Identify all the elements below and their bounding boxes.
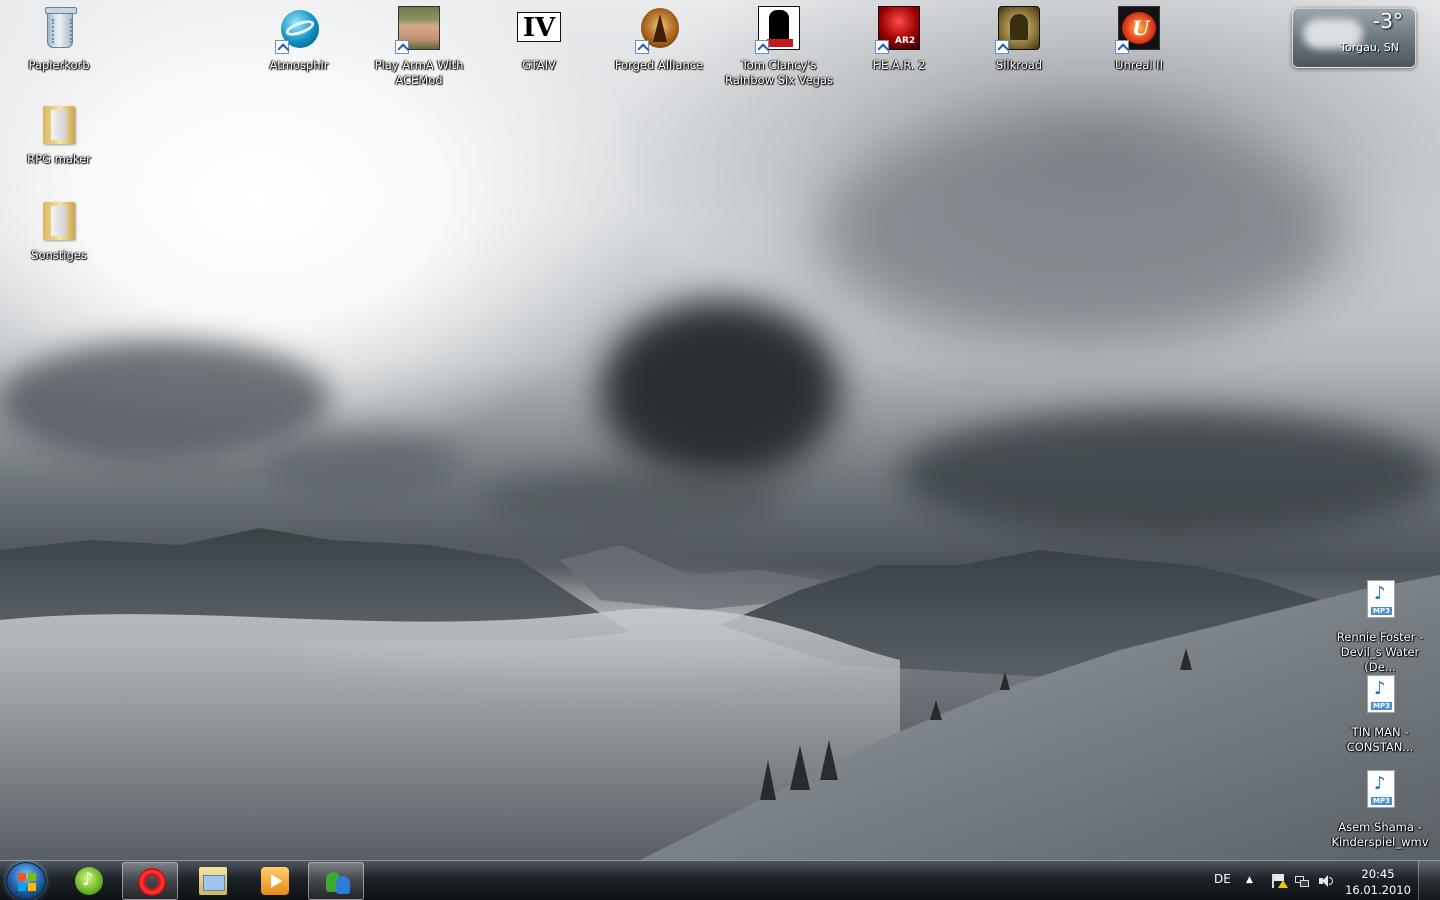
desktop-icon-mp3-asem-shama[interactable]: ♪ MP3 Asem Shama - Kinderspiel_wmv xyxy=(1325,768,1435,850)
opera-icon xyxy=(138,868,166,896)
desktop-icon-recycle-bin[interactable]: Papierkorb xyxy=(4,6,114,73)
desktop-icon-atmosphir[interactable]: Atmosphir xyxy=(244,6,354,73)
mp3-file-icon: ♪ MP3 xyxy=(1356,578,1404,626)
desktop-icon-label: F.E.A.R. 2 xyxy=(872,58,926,72)
desktop-icon-label: Unreal II xyxy=(1115,58,1163,72)
windows-logo-icon xyxy=(18,873,36,891)
desktop-icon-label: Forged Alliance xyxy=(614,58,704,72)
messenger-icon xyxy=(324,868,352,896)
taskbar-item-media-player[interactable] xyxy=(246,862,302,900)
rainbow-six-icon xyxy=(755,6,803,54)
desktop-icon-label: Papierkorb xyxy=(28,58,90,72)
system-clock[interactable]: 20:45 16.01.2010 xyxy=(1340,866,1416,898)
atmosphir-icon xyxy=(275,6,323,54)
shortcut-arrow-icon xyxy=(755,40,769,54)
desktop-icon-rpg-maker[interactable]: RPG maker xyxy=(4,100,114,167)
unreal2-icon: U xyxy=(1115,6,1163,54)
gtaiv-icon: IV xyxy=(515,6,563,54)
desktop-icon-label: TIN MAN - CONSTAN... xyxy=(1346,725,1414,754)
show-hidden-icons-arrow[interactable]: ▲ xyxy=(1246,875,1253,885)
fear2-icon: AR2 xyxy=(875,6,923,54)
desktop-icon-label: Sonstiges xyxy=(31,248,87,262)
desktop-icon-forged-alliance[interactable]: Forged Alliance xyxy=(604,6,714,73)
weather-temperature: -3° xyxy=(1373,9,1403,33)
forged-alliance-icon xyxy=(635,6,683,54)
weather-location: Torgau, SN xyxy=(1340,41,1399,54)
language-indicator[interactable]: DE xyxy=(1214,872,1231,886)
media-player-icon xyxy=(261,867,289,895)
weather-gadget[interactable]: -3° Torgau, SN xyxy=(1292,8,1416,68)
shortcut-arrow-icon xyxy=(995,40,1009,54)
mountain-landscape xyxy=(0,528,1440,860)
desktop-icon-label: RPG maker xyxy=(27,152,91,166)
show-desktop-button[interactable] xyxy=(1418,861,1440,900)
desktop-icon-mp3-tin-man[interactable]: ♪ MP3 TIN MAN - CONSTAN... xyxy=(1325,673,1435,755)
desktop-icon-label: Rennie Foster - Devil_s Water (De... xyxy=(1336,630,1424,674)
desktop-icon-label: Asem Shama - Kinderspiel_wmv xyxy=(1331,820,1429,849)
desktop-icon-label: Atmosphir xyxy=(269,58,329,72)
desktop-icon-label: Silkroad xyxy=(995,58,1043,72)
desktop-icon-gtaiv[interactable]: IV GTAIV xyxy=(484,6,594,73)
itunes-icon xyxy=(75,867,103,895)
desktop-icon-arma[interactable]: Play ArmA With ACEMod xyxy=(364,6,474,88)
shortcut-arrow-icon xyxy=(635,40,649,54)
taskbar-item-messenger[interactable] xyxy=(308,862,364,900)
mp3-file-icon: ♪ MP3 xyxy=(1356,768,1404,816)
desktop-icon-rainbow-six-vegas[interactable]: Tom Clancy's Rainbow Six Vegas xyxy=(724,6,834,88)
shortcut-arrow-icon xyxy=(275,40,289,54)
taskbar-item-explorer[interactable] xyxy=(184,862,240,900)
desktop-icon-sonstiges[interactable]: Sonstiges xyxy=(4,196,114,263)
desktop-icon-unreal2[interactable]: U Unreal II xyxy=(1084,6,1194,73)
action-center-flag-icon[interactable] xyxy=(1270,874,1288,888)
clock-date: 16.01.2010 xyxy=(1345,883,1411,897)
start-button[interactable] xyxy=(6,862,46,900)
taskbar-item-opera[interactable] xyxy=(122,862,178,900)
clock-time: 20:45 xyxy=(1361,867,1395,881)
volume-icon[interactable] xyxy=(1318,874,1334,888)
mp3-file-icon: ♪ MP3 xyxy=(1356,673,1404,721)
folder-icon xyxy=(35,196,83,244)
shortcut-arrow-icon xyxy=(1115,40,1129,54)
desktop-icon-label: Play ArmA With ACEMod xyxy=(374,58,464,87)
shortcut-arrow-icon xyxy=(875,40,889,54)
silkroad-icon xyxy=(995,6,1043,54)
folder-icon xyxy=(35,100,83,148)
arma-icon xyxy=(395,6,443,54)
desktop-wallpaper xyxy=(0,0,1440,860)
folder-icon xyxy=(199,867,227,895)
desktop-icon-mp3-rennie-foster[interactable]: ♪ MP3 Rennie Foster - Devil_s Water (De..… xyxy=(1325,578,1435,675)
desktop-icon-fear2[interactable]: AR2 F.E.A.R. 2 xyxy=(844,6,954,73)
desktop-icon-label: Tom Clancy's Rainbow Six Vegas xyxy=(724,58,833,87)
taskbar-item-itunes[interactable] xyxy=(60,862,116,900)
recycle-bin-icon xyxy=(35,6,83,54)
network-icon[interactable] xyxy=(1294,874,1310,888)
desktop-icon-silkroad[interactable]: Silkroad xyxy=(964,6,1074,73)
shortcut-arrow-icon xyxy=(395,40,409,54)
taskbar: DE ▲ 20:45 16.01.2010 xyxy=(0,860,1440,900)
desktop-icon-label: GTAIV xyxy=(522,58,556,72)
